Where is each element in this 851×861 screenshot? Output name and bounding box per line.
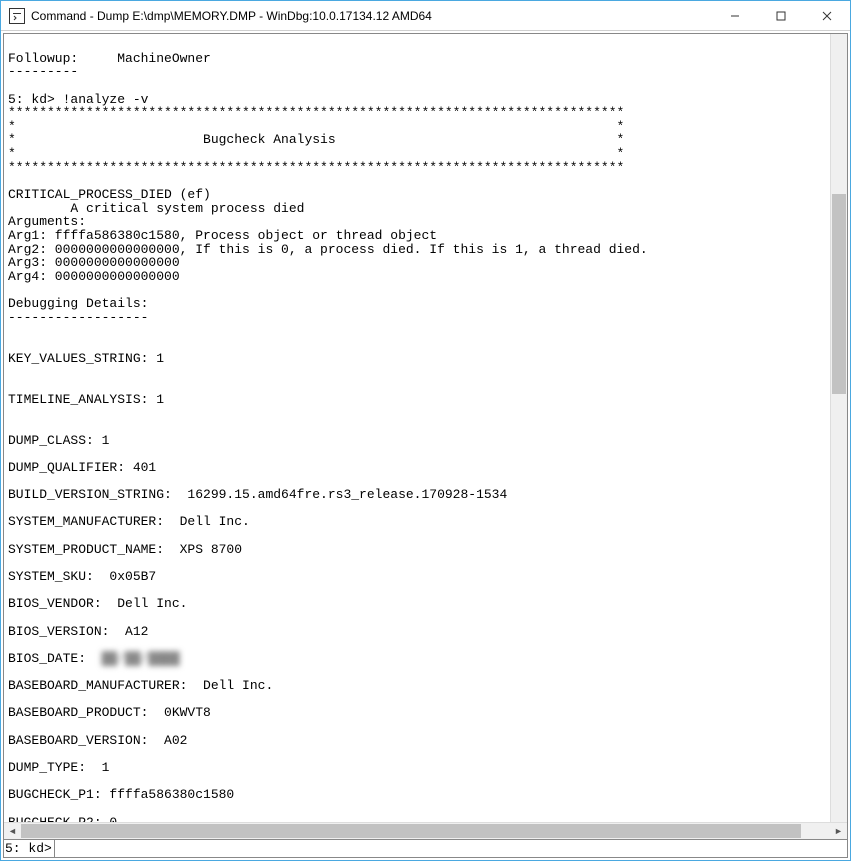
client-area: Followup: MachineOwner--------- 5: kd> !… <box>3 33 848 858</box>
output-line: ****************************************… <box>8 106 826 120</box>
output-line: SYSTEM_SKU: 0x05B7 <box>8 570 826 584</box>
output-line: Arg3: 0000000000000000 <box>8 256 826 270</box>
output-area: Followup: MachineOwner--------- 5: kd> !… <box>4 34 847 822</box>
output-line <box>8 529 826 543</box>
output-line: BASEBOARD_MANUFACTURER: Dell Inc. <box>8 679 826 693</box>
output-line: BUGCHECK_P1: ffffa586380c1580 <box>8 788 826 802</box>
output-line: * * <box>8 120 826 134</box>
horizontal-scrollbar-thumb[interactable] <box>21 824 801 838</box>
vertical-scrollbar[interactable] <box>830 34 847 822</box>
bios-date-redacted: ██/██/████ <box>102 651 180 666</box>
output-line: BASEBOARD_PRODUCT: 0KWVT8 <box>8 706 826 720</box>
horizontal-scrollbar-track[interactable] <box>21 823 830 839</box>
prompt-label: 5: kd> <box>4 840 55 857</box>
output-line <box>8 475 826 489</box>
output-line <box>8 720 826 734</box>
output-line: ****************************************… <box>8 161 826 175</box>
output-line <box>8 502 826 516</box>
output-line: * * <box>8 147 826 161</box>
output-line: BIOS_DATE: ██/██/████ <box>8 652 826 666</box>
window-title: Command - Dump E:\dmp\MEMORY.DMP - WinDb… <box>31 9 712 23</box>
output-line: * Bugcheck Analysis * <box>8 133 826 147</box>
output-line: SYSTEM_PRODUCT_NAME: XPS 8700 <box>8 543 826 557</box>
minimize-button[interactable] <box>712 1 758 30</box>
app-icon <box>9 8 25 24</box>
console-output[interactable]: Followup: MachineOwner--------- 5: kd> !… <box>4 34 830 822</box>
output-line <box>8 174 826 188</box>
window-controls <box>712 1 850 30</box>
output-line <box>8 338 826 352</box>
output-line <box>8 556 826 570</box>
output-line: Arg1: ffffa586380c1580, Process object o… <box>8 229 826 243</box>
maximize-icon <box>776 11 786 21</box>
output-line <box>8 447 826 461</box>
chevron-left-icon: ◄ <box>8 826 17 836</box>
output-line: Followup: MachineOwner <box>8 52 826 66</box>
output-line: A critical system process died <box>8 202 826 216</box>
output-line <box>8 775 826 789</box>
output-line: ------------------ <box>8 311 826 325</box>
output-line: KEY_VALUES_STRING: 1 <box>8 352 826 366</box>
output-line: BIOS_VERSION: A12 <box>8 625 826 639</box>
output-line: DUMP_CLASS: 1 <box>8 434 826 448</box>
output-line: --------- <box>8 65 826 79</box>
output-line <box>8 693 826 707</box>
output-line: Arg4: 0000000000000000 <box>8 270 826 284</box>
output-line: 5: kd> !analyze -v <box>8 93 826 107</box>
output-line <box>8 747 826 761</box>
output-line: BIOS_VENDOR: Dell Inc. <box>8 597 826 611</box>
close-button[interactable] <box>804 1 850 30</box>
output-line <box>8 365 826 379</box>
output-line <box>8 38 826 52</box>
output-line: BUILD_VERSION_STRING: 16299.15.amd64fre.… <box>8 488 826 502</box>
output-line: BASEBOARD_VERSION: A02 <box>8 734 826 748</box>
horizontal-scrollbar[interactable]: ◄ ► <box>4 822 847 839</box>
output-line: Arguments: <box>8 215 826 229</box>
output-line: DUMP_TYPE: 1 <box>8 761 826 775</box>
output-line <box>8 79 826 93</box>
output-line <box>8 802 826 816</box>
output-line: CRITICAL_PROCESS_DIED (ef) <box>8 188 826 202</box>
close-icon <box>822 11 832 21</box>
output-line <box>8 638 826 652</box>
output-line: TIMELINE_ANALYSIS: 1 <box>8 393 826 407</box>
output-line: SYSTEM_MANUFACTURER: Dell Inc. <box>8 515 826 529</box>
scroll-left-button[interactable]: ◄ <box>4 823 21 839</box>
output-line <box>8 584 826 598</box>
minimize-icon <box>730 11 740 21</box>
output-line <box>8 665 826 679</box>
output-line <box>8 611 826 625</box>
output-line <box>8 406 826 420</box>
output-line <box>8 284 826 298</box>
window-frame: Command - Dump E:\dmp\MEMORY.DMP - WinDb… <box>0 0 851 861</box>
output-line <box>8 379 826 393</box>
maximize-button[interactable] <box>758 1 804 30</box>
chevron-right-icon: ► <box>834 826 843 836</box>
output-line: BUGCHECK_P2: 0 <box>8 816 826 822</box>
scroll-right-button[interactable]: ► <box>830 823 847 839</box>
output-line <box>8 324 826 338</box>
command-prompt-row: 5: kd> <box>4 839 847 857</box>
command-input[interactable] <box>55 840 847 857</box>
output-line <box>8 420 826 434</box>
output-line: DUMP_QUALIFIER: 401 <box>8 461 826 475</box>
vertical-scrollbar-thumb[interactable] <box>832 194 846 394</box>
output-line: Arg2: 0000000000000000, If this is 0, a … <box>8 243 826 257</box>
output-line: Debugging Details: <box>8 297 826 311</box>
titlebar[interactable]: Command - Dump E:\dmp\MEMORY.DMP - WinDb… <box>1 1 850 31</box>
